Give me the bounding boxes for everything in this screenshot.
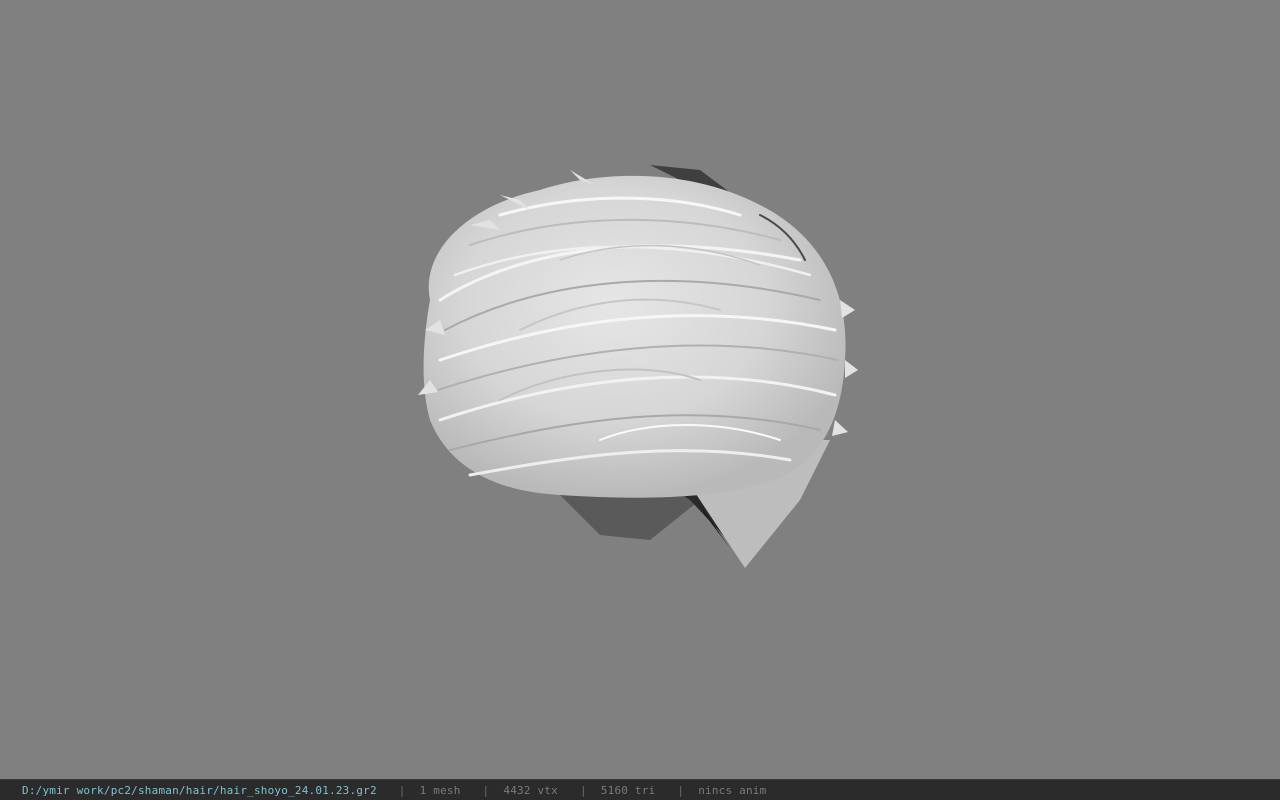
- animation-status-label: nincs anim: [698, 783, 767, 797]
- file-path-label: D:/ymir work/pc2/shaman/hair/hair_shoyo_…: [22, 783, 377, 797]
- 3d-viewport[interactable]: [0, 0, 1280, 779]
- status-separator: |: [579, 783, 587, 797]
- status-separator: |: [482, 783, 490, 797]
- status-bar: D:/ymir work/pc2/shaman/hair/hair_shoyo_…: [0, 779, 1280, 800]
- status-separator: |: [677, 783, 685, 797]
- status-separator: |: [398, 783, 406, 797]
- triangle-count-label: 5160 tri: [600, 783, 656, 797]
- hair-model-render: [418, 165, 858, 568]
- mesh-count-label: 1 mesh: [419, 783, 461, 797]
- vertex-count-label: 4432 vtx: [503, 783, 558, 797]
